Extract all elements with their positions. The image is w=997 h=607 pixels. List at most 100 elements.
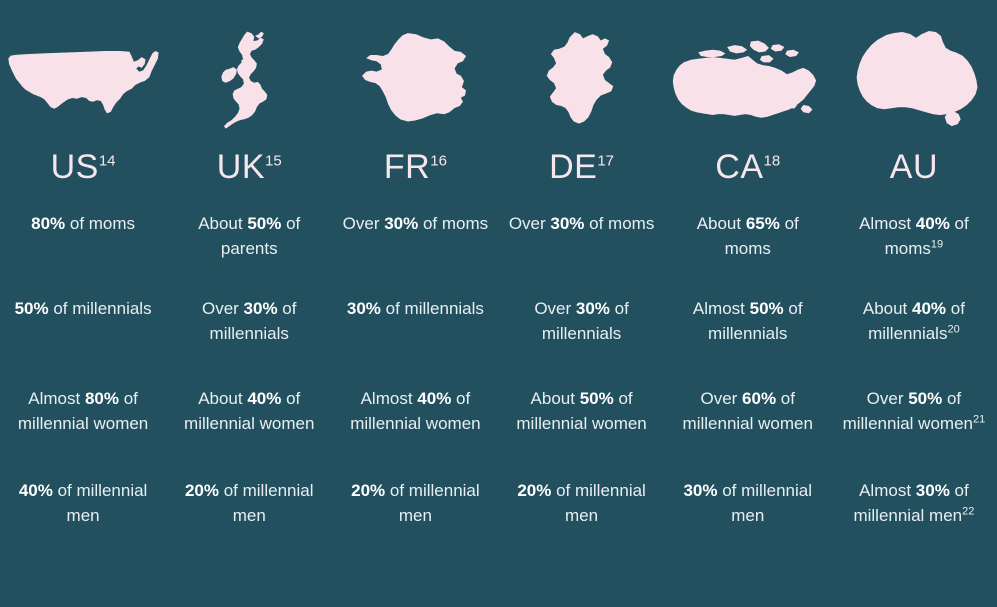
stat-text: 20% of millennial men [517,481,646,525]
stat-text: Over 50% of millennial women21 [842,389,986,433]
country-code-label: US [50,148,99,186]
map-cell-us [0,0,166,150]
stat-cell-millennials-de: Over 30% of millennials [499,297,665,387]
stat-footnote: 20 [947,323,960,336]
map-cell-au [831,0,997,150]
stat-text: Almost 40% of moms19 [859,214,969,258]
stat-value: 20% [184,481,219,500]
country-code-cell-us: US14 [0,150,166,212]
country-code-us: US14 [51,150,116,184]
stat-footnote: 19 [930,238,944,251]
stat-text: Almost 80% of millennial women [17,389,149,433]
stat-cell-millennial-men-fr: 20% of millennial men [332,479,498,607]
stat-value: 30% [575,299,610,318]
stat-text: About 65% of moms [696,214,799,258]
country-code-footnote: 15 [265,152,282,170]
stat-text: About 40% of millennials20 [862,299,965,343]
country-code-cell-fr: FR16 [332,150,498,212]
stat-text: 80% of moms [31,214,136,233]
country-code-footnote: 16 [430,152,447,170]
united-kingdom-map-icon [221,31,268,129]
stat-cell-millennial-men-ca: 30% of millennial men [665,479,831,607]
stat-cell-millennial-men-us: 40% of millennial men [0,479,166,607]
stat-cell-millennial-men-de: 20% of millennial men [499,479,665,607]
country-code-de: DE17 [549,150,614,184]
stat-text: About 40% of millennial women [184,389,315,433]
stat-cell-millennial-women-fr: Almost 40% of millennial women [332,387,498,479]
country-code-label: AU [889,148,939,186]
country-code-cell-uk: UK15 [166,150,332,212]
stat-value: 50% [14,299,49,318]
stat-cell-millennials-us: 50% of millennials [0,297,166,387]
stat-cell-millennial-women-uk: About 40% of millennial women [166,387,332,479]
stat-value: 20% [351,481,386,500]
stat-cell-moms-us: 80% of moms [0,212,166,297]
stat-cell-millennial-women-de: About 50% of millennial women [499,387,665,479]
map-cell-fr [332,0,498,150]
stat-value: 30% [243,299,278,318]
stat-value: 50% [908,389,943,408]
country-code-label: CA [715,148,764,186]
stat-text: Almost 40% of millennial women [350,389,481,433]
stat-text: Over 60% of millennial women [682,389,813,433]
map-cell-de [499,0,665,150]
country-code-uk: UK15 [217,150,282,184]
france-map-icon [362,33,467,122]
stat-value: 40% [247,389,282,408]
stat-cell-millennials-au: About 40% of millennials20 [831,297,997,387]
country-code-cell-ca: CA18 [665,150,831,212]
stat-text: Over 30% of moms [508,214,655,233]
stat-text: Over 30% of millennials [534,299,629,343]
stat-value: 30% [346,299,381,318]
stat-value: 50% [247,214,282,233]
country-code-ca: CA18 [715,150,780,184]
stat-text: 40% of millennial men [18,481,148,525]
stat-cell-moms-fr: Over 30% of moms [332,212,498,297]
stat-value: 40% [915,214,950,233]
stat-value: 50% [579,389,614,408]
stat-value: 60% [742,389,777,408]
map-cell-uk [166,0,332,150]
stat-cell-millennial-women-au: Over 50% of millennial women21 [831,387,997,479]
stat-value: 80% [84,389,119,408]
stat-cell-moms-au: Almost 40% of moms19 [831,212,997,297]
country-code-footnote: 17 [597,152,615,170]
stat-cell-millennials-uk: Over 30% of millennials [166,297,332,387]
stat-value: 40% [417,389,452,408]
country-code-fr: FR16 [384,150,447,184]
stat-value: 30% [384,214,419,233]
stat-cell-millennial-men-au: Almost 30% of millennial men22 [831,479,997,607]
stat-cell-millennial-women-us: Almost 80% of millennial women [0,387,166,479]
country-code-footnote: 14 [98,152,116,170]
canada-map-icon [672,40,816,118]
stat-cell-millennial-women-ca: Over 60% of millennial women [665,387,831,479]
country-code-label: DE [549,148,598,186]
stat-value: 30% [550,214,585,233]
stat-text: 30% of millennial men [683,481,812,525]
stat-text: About 50% of millennial women [516,389,647,433]
stat-value: 20% [517,481,552,500]
stat-text: 20% of millennial men [184,481,314,525]
country-statistics-infographic: US14 UK15 FR16 DE17 CA18 AU 80% of moms … [0,0,997,607]
stat-text: 50% of millennials [14,299,152,318]
country-code-au: AU [890,150,938,184]
united-states-map-icon [8,50,159,114]
stat-text: Over 30% of moms [342,214,489,233]
stat-cell-millennials-fr: 30% of millennials [332,297,498,387]
stat-text: Almost 30% of millennial men22 [853,481,975,525]
country-code-cell-de: DE17 [499,150,665,212]
stat-text: Almost 50% of millennials [692,299,803,343]
stat-cell-moms-de: Over 30% of moms [499,212,665,297]
stat-value: 30% [915,481,950,500]
stat-cell-millennial-men-uk: 20% of millennial men [166,479,332,607]
australia-map-icon [856,30,978,127]
stat-value: 30% [683,481,718,500]
stat-value: 50% [749,299,784,318]
map-cell-ca [665,0,831,150]
stat-value: 40% [18,481,53,500]
stat-cell-moms-uk: About 50% of parents [166,212,332,297]
stat-footnote: 22 [962,505,975,518]
stat-value: 40% [912,299,947,318]
stat-cell-millennials-ca: Almost 50% of millennials [665,297,831,387]
country-code-label: UK [216,148,266,186]
